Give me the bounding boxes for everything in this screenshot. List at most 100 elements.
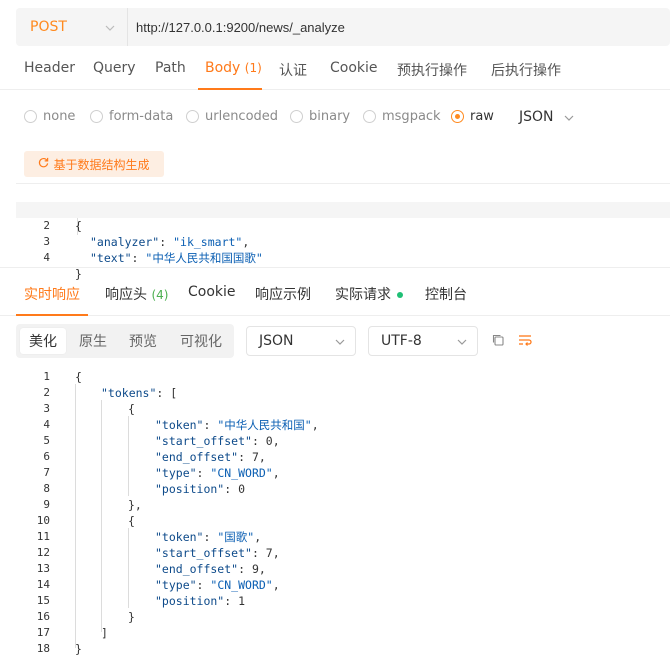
radio-label: none [43,109,76,124]
tab-auth[interactable]: 认证 [279,60,307,80]
request-body-editor[interactable]: 1 { 2 "analyzer": "ik_smart", 3 "text": … [16,183,670,281]
radio-label: msgpack [382,109,441,124]
json-key: "type" [155,578,197,592]
line-number: 6 [43,450,50,463]
radio-circle [363,110,376,123]
url-input[interactable]: http://127.0.0.1:9200/news/_analyze [128,20,345,35]
tab-body[interactable]: Body (1) [205,60,262,76]
json-key: "end_offset" [155,450,239,464]
line-number: 18 [36,642,50,655]
tab-actual-request[interactable]: 实际请求 [335,284,403,304]
code-text: { [75,370,82,384]
tab-response-headers[interactable]: 响应头 (4) [105,284,168,304]
tab-response-headers-label: 响应头 [105,287,147,303]
json-number: 7 [265,546,273,560]
tab-console[interactable]: 控制台 [425,284,467,304]
tab-response-example[interactable]: 响应示例 [255,284,311,304]
code-line: 1 { [16,186,670,233]
radio-circle [290,110,303,123]
chevron-down-icon [457,333,467,349]
tab-response-headers-count: (4) [151,288,169,302]
json-key: "type" [155,466,197,480]
code-line: 4 "token": "中华人民共和国", [16,417,670,433]
line-number: 14 [36,578,50,591]
code-line: 3{ [16,401,670,417]
code-text: ] [101,626,108,640]
line-number: 13 [36,562,50,575]
code-text: "token": "中华人民共和国", [155,418,319,432]
generate-button-label: 基于数据结构生成 [53,157,150,172]
code-line: 13 "end_offset": 9, [16,561,670,577]
tab-path[interactable]: Path [155,60,186,76]
line-number: 2 [43,386,50,399]
copy-icon[interactable] [491,333,507,349]
code-line: 10 { [16,513,670,529]
code-line: 16} [16,609,670,625]
status-dot [397,292,403,298]
response-format-select[interactable]: JSON [246,326,356,356]
line-number: 10 [36,514,50,527]
code-line: 14 "type": "CN_WORD", [16,577,670,593]
line-number: 4 [43,251,50,264]
view-mode-segmented: 美化 原生 预览 可视化 [16,324,234,358]
wrap-lines-icon[interactable] [518,333,534,349]
view-mode-beautify[interactable]: 美化 [20,328,66,354]
code-text: { [128,514,135,528]
code-text: "token": "国歌", [155,530,262,544]
code-line: 17] [16,625,670,641]
tab-header[interactable]: Header [24,60,75,76]
line-number: 11 [36,530,50,543]
json-key: "token" [155,418,204,432]
radio-form-data[interactable]: form-data [90,109,173,124]
radio-circle [90,110,103,123]
response-body-viewer[interactable]: 1{ 2 "tokens": [ 3{ 4 "token": "中华人民共和国", … [16,369,670,665]
tab-body-count: (1) [244,61,262,75]
request-tabs: Header Query Path Body (1) 认证 Cookie 预执行… [0,50,670,90]
code-line: 15 "position": 1 [16,593,670,609]
code-line: 3 "text": "中华人民共和国国歌" [16,218,670,265]
active-tab-indicator [16,314,88,316]
generate-from-schema-button[interactable]: 基于数据结构生成 [24,151,164,177]
radio-label: form-data [109,109,174,124]
method-select[interactable]: POST [16,8,128,46]
tab-response-cookie[interactable]: Cookie [188,284,236,300]
code-text: "tokens": [ [101,386,178,400]
radio-msgpack[interactable]: msgpack [363,109,441,124]
body-format-select[interactable]: JSON [519,109,574,125]
json-string: "CN_WORD" [210,466,273,480]
code-line: 2 "analyzer": "ik_smart", [16,202,670,249]
radio-none[interactable]: none [24,109,75,124]
view-mode-visualize[interactable]: 可视化 [172,328,230,354]
tab-live-response[interactable]: 实时响应 [24,284,80,304]
chevron-down-icon [564,109,574,125]
json-number: 7 [251,450,259,464]
line-number: 15 [36,594,50,607]
json-string: "中华人民共和国国歌" [145,251,263,265]
view-mode-raw[interactable]: 原生 [70,328,116,354]
response-tabs: 实时响应 响应头 (4) Cookie 响应示例 实际请求 控制台 [0,268,670,316]
line-number: 8 [43,482,50,495]
json-key: "tokens" [101,386,157,400]
code-text: "text": "中华人民共和国国歌" [90,251,263,265]
code-text: "type": "CN_WORD", [155,466,280,480]
view-mode-preview[interactable]: 预览 [120,328,166,354]
line-number: 12 [36,546,50,559]
code-text: } [75,642,82,656]
tab-query[interactable]: Query [93,60,136,76]
radio-binary[interactable]: binary [290,109,350,124]
json-string: "CN_WORD" [210,578,273,592]
tab-cookie[interactable]: Cookie [330,60,378,76]
json-number: 9 [251,562,259,576]
tab-pre-script[interactable]: 预执行操作 [397,60,467,80]
refresh-icon [38,157,49,171]
radio-raw[interactable]: raw [451,109,494,124]
line-number: 16 [36,610,50,623]
line-number: 4 [43,418,50,431]
json-key: "position" [155,594,225,608]
tab-post-script[interactable]: 后执行操作 [491,60,561,80]
radio-label: binary [309,109,351,124]
radio-urlencoded[interactable]: urlencoded [186,109,278,124]
code-text: "start_offset": 7, [155,546,280,560]
json-key: "start_offset" [155,546,252,560]
response-encoding-select[interactable]: UTF-8 [368,326,478,356]
